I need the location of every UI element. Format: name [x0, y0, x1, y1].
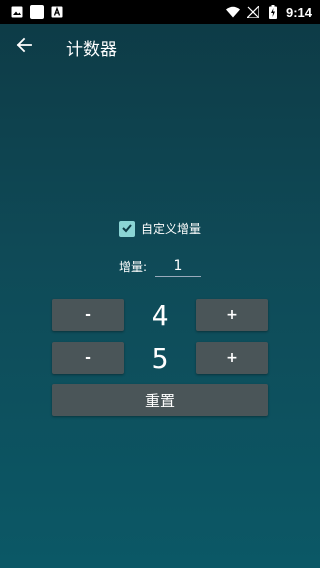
battery-charging-icon [266, 5, 280, 19]
increment-button-2[interactable]: + [196, 342, 268, 374]
no-signal-icon [246, 5, 260, 19]
increment-button-1[interactable]: + [196, 299, 268, 331]
counter-value-2: 5 [151, 341, 169, 375]
status-right-icons: 9:14 [225, 4, 312, 20]
white-square-icon [30, 5, 44, 19]
decrement-button-1[interactable]: - [52, 299, 124, 331]
app-bar: 计数器 [0, 24, 320, 70]
wifi-icon [225, 5, 240, 19]
status-bar: 9:14 [0, 0, 320, 24]
increment-input[interactable] [155, 256, 202, 277]
status-time: 9:14 [285, 4, 312, 20]
reset-button[interactable]: 重置 [52, 384, 268, 416]
increment-row: 增量: [0, 256, 320, 277]
back-button[interactable] [0, 24, 48, 70]
counter-row-2: - 5 + [52, 341, 268, 375]
arrow-left-icon [16, 37, 32, 57]
check-icon [121, 219, 133, 238]
page-title: 计数器 [66, 39, 117, 60]
custom-increment-label: 自定义增量 [140, 222, 201, 236]
counter-row-1: - 4 + [52, 298, 268, 332]
custom-increment-checkbox[interactable] [118, 219, 135, 238]
image-icon [10, 5, 24, 19]
custom-increment-row: 自定义增量 [0, 220, 320, 237]
a-icon [50, 5, 64, 19]
decrement-button-2[interactable]: - [52, 342, 124, 374]
increment-label: 增量: [118, 260, 148, 274]
status-left-icons [10, 5, 64, 19]
app-screen: 9:14 计数器 自定义增量 增量: - 4 + - 5 + 重置 [0, 0, 320, 568]
counter-value-1: 4 [151, 298, 169, 332]
